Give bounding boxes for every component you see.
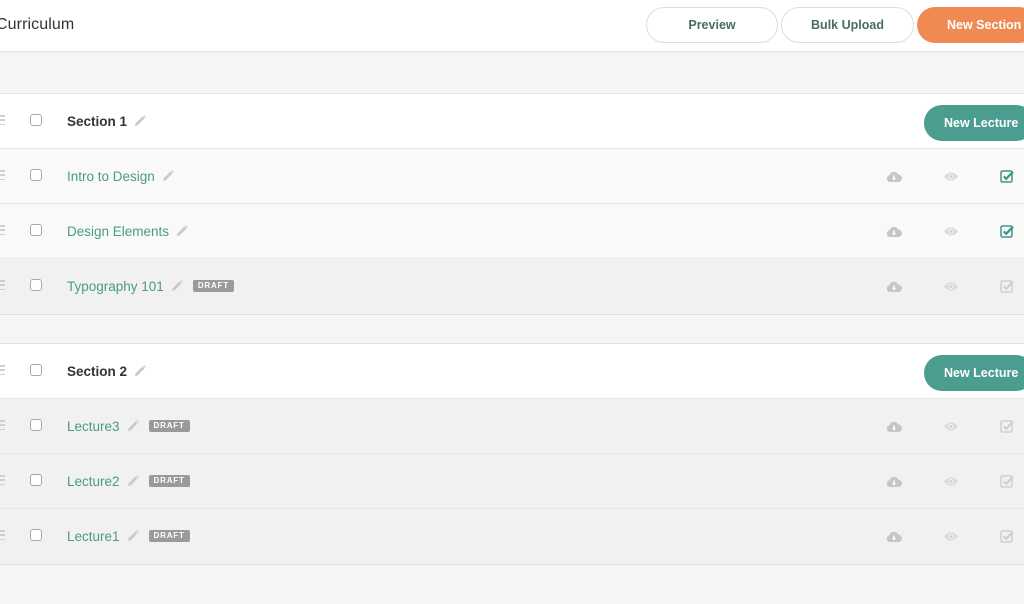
lecture-title[interactable]: Typography 101 [67, 279, 164, 294]
publish-checkbox-icon[interactable] [999, 223, 1015, 239]
draft-badge: DRAFT [148, 475, 190, 487]
lecture-title[interactable]: Lecture1 [67, 529, 120, 544]
drag-handle-icon[interactable] [0, 420, 5, 430]
top-bar: Curriculum Preview Bulk Upload New Secti… [0, 0, 1024, 52]
lecture-title[interactable]: Intro to Design [67, 169, 155, 184]
pencil-icon[interactable] [161, 169, 175, 183]
section-header-row: Section 2 New Lecture [0, 344, 1024, 399]
publish-checkbox-icon[interactable] [999, 278, 1015, 294]
drag-handle-icon[interactable] [0, 280, 5, 290]
cloud-download-icon[interactable] [886, 473, 902, 489]
draft-badge: DRAFT [148, 530, 190, 542]
preview-button[interactable]: Preview [646, 7, 778, 43]
section-card-1: Section 1 New Lecture Intro to Design De… [0, 93, 1024, 315]
eye-icon[interactable] [943, 223, 959, 239]
section-title: Section 1 [67, 113, 128, 129]
publish-checkbox-icon[interactable] [999, 473, 1015, 489]
section-header-row: Section 1 New Lecture [0, 94, 1024, 149]
drag-handle-icon[interactable] [0, 365, 5, 375]
publish-checkbox-icon[interactable] [999, 528, 1015, 544]
lecture-checkbox[interactable] [30, 279, 42, 291]
lecture-row: Design Elements [0, 204, 1024, 259]
page-title: Curriculum [0, 16, 75, 33]
publish-checkbox-icon[interactable] [999, 168, 1015, 184]
cloud-download-icon[interactable] [886, 278, 902, 294]
drag-handle-icon[interactable] [0, 225, 5, 235]
drag-handle-icon[interactable] [0, 475, 5, 485]
new-section-button[interactable]: New Section [917, 7, 1024, 43]
cloud-download-icon[interactable] [886, 223, 902, 239]
lecture-title[interactable]: Design Elements [67, 224, 169, 239]
eye-icon[interactable] [943, 278, 959, 294]
drag-handle-icon[interactable] [0, 530, 5, 540]
lecture-checkbox[interactable] [30, 529, 42, 541]
pencil-icon[interactable] [133, 364, 147, 378]
section-checkbox[interactable] [30, 114, 42, 126]
lecture-checkbox[interactable] [30, 419, 42, 431]
pencil-icon[interactable] [126, 474, 140, 488]
lecture-checkbox[interactable] [30, 474, 42, 486]
draft-badge: DRAFT [148, 420, 190, 432]
lecture-row: Lecture1 DRAFT [0, 509, 1024, 564]
section-card-2: Section 2 New Lecture Lecture3 DRAFT Lec… [0, 343, 1024, 565]
drag-handle-icon[interactable] [0, 170, 5, 180]
bulk-upload-button[interactable]: Bulk Upload [781, 7, 914, 43]
section-checkbox[interactable] [30, 364, 42, 376]
draft-badge: DRAFT [192, 280, 234, 292]
lecture-row: Lecture2 DRAFT [0, 454, 1024, 509]
lecture-title[interactable]: Lecture2 [67, 474, 120, 489]
new-lecture-button[interactable]: New Lecture [924, 105, 1024, 141]
eye-icon[interactable] [943, 473, 959, 489]
pencil-icon[interactable] [170, 279, 184, 293]
cloud-download-icon[interactable] [886, 418, 902, 434]
cloud-download-icon[interactable] [886, 528, 902, 544]
lecture-checkbox[interactable] [30, 169, 42, 181]
cloud-download-icon[interactable] [886, 168, 902, 184]
lecture-row: Lecture3 DRAFT [0, 399, 1024, 454]
lecture-title[interactable]: Lecture3 [67, 419, 120, 434]
lecture-checkbox[interactable] [30, 224, 42, 236]
pencil-icon[interactable] [126, 529, 140, 543]
lecture-row: Typography 101 DRAFT [0, 259, 1024, 314]
lecture-row: Intro to Design [0, 149, 1024, 204]
drag-handle-icon[interactable] [0, 115, 5, 125]
section-title: Section 2 [67, 363, 128, 379]
eye-icon[interactable] [943, 418, 959, 434]
new-lecture-button[interactable]: New Lecture [924, 355, 1024, 391]
pencil-icon[interactable] [175, 224, 189, 238]
eye-icon[interactable] [943, 528, 959, 544]
pencil-icon[interactable] [126, 419, 140, 433]
eye-icon[interactable] [943, 168, 959, 184]
publish-checkbox-icon[interactable] [999, 418, 1015, 434]
pencil-icon[interactable] [133, 114, 147, 128]
